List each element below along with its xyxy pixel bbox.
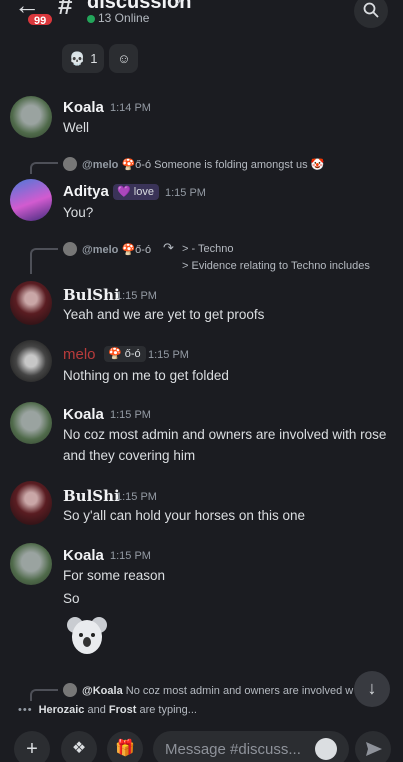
typing-indicator: ••• Herozaic and Frost are typing... <box>18 704 197 716</box>
reply-preview[interactable]: @melo 🍄ő-ó <box>82 243 151 256</box>
message-author[interactable]: BulShi <box>63 487 120 505</box>
message-timestamp: 1:15 PM <box>165 187 206 199</box>
reaction-bar: 💀 1 ☺ <box>62 44 139 73</box>
avatar[interactable] <box>10 340 52 382</box>
message-timestamp: 1:15 PM <box>148 349 189 361</box>
message-text: and they covering him <box>63 448 196 463</box>
message-author[interactable]: Aditya <box>63 183 109 200</box>
message-timestamp: 1:15 PM <box>110 409 151 421</box>
send-button[interactable] <box>355 731 391 762</box>
role-tag: 🍄 ő-ó <box>104 346 146 362</box>
message-timestamp: 1:15 PM <box>110 550 151 562</box>
koala-sticker[interactable] <box>66 613 108 659</box>
skull-icon: 💀 <box>69 50 86 66</box>
forward-arrow-icon: ↷ <box>163 240 174 255</box>
avatar[interactable] <box>10 179 52 221</box>
attach-button[interactable]: + <box>14 731 50 762</box>
forwarded-line: > Evidence relating to Techno includes <box>182 260 370 272</box>
apps-icon: ❖ <box>71 740 87 757</box>
typing-dots-icon: ••• <box>18 704 33 716</box>
message-text: So y'all can hold your horses on this on… <box>63 508 305 523</box>
message-timestamp: 1:15 PM <box>116 491 157 503</box>
avatar[interactable] <box>10 543 52 585</box>
plus-icon: + <box>26 738 38 760</box>
message-timestamp: 1:15 PM <box>116 290 157 302</box>
arrow-down-icon: ↓ <box>367 678 377 698</box>
jump-to-latest-button[interactable]: ↓ <box>354 671 390 707</box>
message-text: You? <box>63 205 94 220</box>
gift-button[interactable]: 🎁 <box>107 731 143 762</box>
reply-avatar <box>63 242 77 256</box>
message-text: Well <box>63 120 90 135</box>
message-author[interactable]: BulShi <box>63 286 120 304</box>
avatar[interactable] <box>10 96 52 138</box>
reply-line <box>30 248 58 274</box>
composer-bar: + ❖ 🎁 <box>0 724 403 762</box>
apps-button[interactable]: ❖ <box>61 731 97 762</box>
reply-preview[interactable]: @melo 🍄ő-ó Someone is folding amongst us… <box>82 158 324 171</box>
channel-header: ← 99 # discussion › 13 Online <box>0 0 403 36</box>
online-status-dot <box>87 15 95 23</box>
reply-avatar <box>63 157 77 171</box>
message-text: So <box>63 591 80 606</box>
smile-icon: ☺ <box>117 51 131 66</box>
reply-line <box>30 162 58 174</box>
online-count: 13 Online <box>98 11 150 25</box>
emoji-button[interactable] <box>315 738 337 760</box>
avatar[interactable] <box>10 481 52 525</box>
message-text: Nothing on me to get folded <box>63 368 229 383</box>
message-author[interactable]: Koala <box>63 406 104 423</box>
hash-icon: # <box>58 0 73 20</box>
message-text: Yeah and we are yet to get proofs <box>63 307 265 322</box>
message-timestamp: 1:14 PM <box>110 102 151 114</box>
reply-preview[interactable]: @Koala No coz most admin and owners are … <box>82 685 353 697</box>
role-tag: 💜 love <box>113 184 159 200</box>
forwarded-line: > - Techno <box>182 243 234 255</box>
reply-line <box>30 689 58 701</box>
reaction-count: 1 <box>90 51 98 66</box>
reply-avatar <box>63 683 77 697</box>
search-icon <box>363 2 379 18</box>
gift-icon: 🎁 <box>115 740 135 757</box>
message-author[interactable]: Koala <box>63 547 104 564</box>
message-text: For some reason <box>63 568 166 583</box>
add-reaction-button[interactable]: ☺ <box>109 44 139 73</box>
avatar[interactable] <box>10 281 52 325</box>
message-author[interactable]: melo <box>63 346 96 363</box>
search-button[interactable] <box>354 0 388 28</box>
unread-badge: 99 <box>26 12 55 27</box>
avatar[interactable] <box>10 402 52 444</box>
message-author[interactable]: Koala <box>63 99 104 116</box>
chevron-right-icon[interactable]: › <box>176 0 181 10</box>
message-text: No coz most admin and owners are involve… <box>63 427 387 442</box>
reaction-skull[interactable]: 💀 1 <box>62 44 105 73</box>
send-icon <box>366 742 382 756</box>
